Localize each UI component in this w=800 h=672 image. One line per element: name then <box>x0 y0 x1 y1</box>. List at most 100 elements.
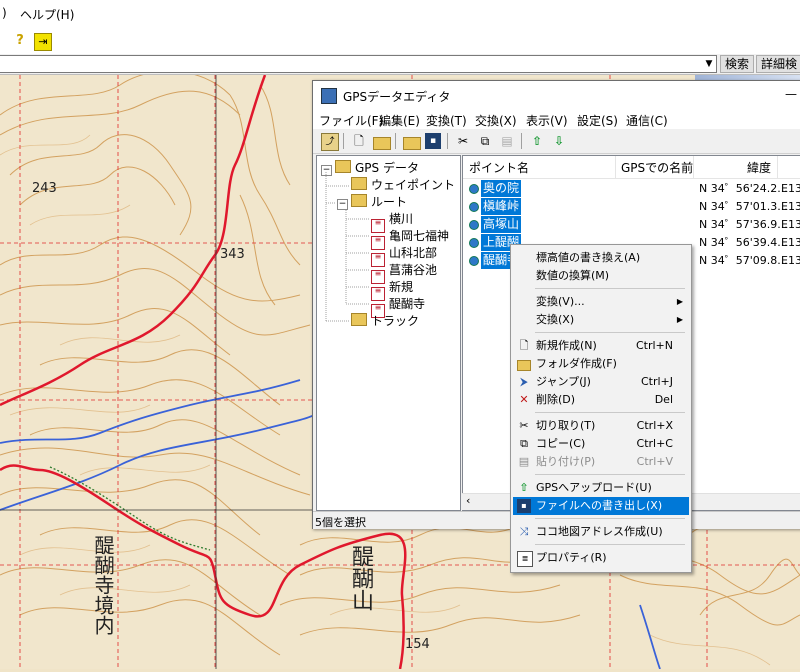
menu-separator <box>535 332 685 333</box>
menu-item-label: ジャンプ(J) <box>536 375 591 388</box>
new-folder-icon[interactable] <box>373 137 391 150</box>
elevation-label-343: 343 <box>220 247 245 262</box>
elevation-label-243: 243 <box>32 181 57 196</box>
chevron-down-icon[interactable]: ▼ <box>702 56 716 72</box>
save-icon: ▪ <box>517 499 531 513</box>
paste-icon[interactable]: ▤ <box>499 133 515 149</box>
menu-file[interactable]: ファイル(F) <box>319 112 383 129</box>
menu-upload-gps[interactable]: ⇧ GPSへアップロード(U) <box>513 479 689 497</box>
menu-view[interactable]: 表示(V) <box>526 112 568 129</box>
paste-icon: ▤ <box>518 455 530 468</box>
menu-item-help[interactable]: ヘルプ(H) <box>20 6 74 23</box>
exit-icon[interactable]: ⇥ <box>34 33 52 51</box>
menu-item-label: ココ地図アドレス作成(U) <box>536 525 663 538</box>
submenu-arrow-icon: ▶ <box>676 297 683 306</box>
data-tree: − GPS データ ウェイポイント − ルート ≡ 横川 ≡ 亀岡七福神 ≡ 山科北部 ≡… <box>316 155 461 511</box>
menu-export-file[interactable]: ▪ ファイルへの書き出し(X) <box>513 497 689 515</box>
toolbar-separator <box>395 133 396 149</box>
menu-item-label: ファイルへの書き出し(X) <box>536 499 663 512</box>
menu-item-shortcut: Ctrl+C <box>636 437 673 450</box>
menu-item-shortcut: Ctrl+N <box>635 339 673 352</box>
column-divider[interactable] <box>777 156 778 178</box>
menu-item-shortcut: Ctrl+J <box>640 375 673 388</box>
column-latitude[interactable]: 緯度 <box>747 159 771 176</box>
help-icon[interactable]: ? <box>12 33 28 49</box>
menu-exchange[interactable]: 交換(X) <box>475 112 517 129</box>
menu-item-label: 新規作成(N) <box>536 339 597 352</box>
menu-koko-address[interactable]: ⤨ ココ地図アドレス作成(U) <box>513 523 689 541</box>
menu-new[interactable]: 🗋 新規作成(N) Ctrl+N <box>513 337 689 355</box>
point-lon: E135 <box>781 200 800 213</box>
app-toolbar: ? ⇥ KASHMIR 3 <box>0 28 800 80</box>
menu-jump[interactable]: ⮞ ジャンプ(J) Ctrl+J <box>513 373 689 391</box>
tree-guide-lines <box>325 172 369 322</box>
upload-icon[interactable]: ⇧ <box>529 133 545 149</box>
cut-icon: ✂ <box>519 419 529 432</box>
toolbar-separator <box>521 133 522 149</box>
new-document-icon[interactable]: 🗋 <box>351 133 367 149</box>
menu-rewrite-elevation[interactable]: 標高値の書き換え(A) <box>513 249 689 267</box>
menu-item-label: フォルダ作成(F) <box>536 357 617 370</box>
up-folder-icon[interactable]: ⤴ <box>321 133 339 151</box>
list-row[interactable]: 奥の院 N 34゜56'24.2...E135 <box>463 180 800 198</box>
elevation-label-154: 154 <box>405 637 430 652</box>
jump-icon: ⮞ <box>520 375 528 388</box>
list-header: ポイント名 GPSでの名前 緯度 <box>463 156 800 179</box>
search-button[interactable]: 検索 <box>720 55 754 73</box>
app-menubar: ) ヘルプ(H) <box>0 0 800 29</box>
editor-toolbar: ⤴ 🗋 ▪ ✂ ⧉ ▤ ⇧ ⇩ <box>313 129 800 154</box>
status-text: 5個を選択 <box>315 516 366 529</box>
menu-copy[interactable]: ⧉ コピー(C) Ctrl+C <box>513 435 689 453</box>
point-name: 奥の院 <box>481 180 522 197</box>
column-point-name[interactable]: ポイント名 <box>469 159 529 176</box>
menu-settings[interactable]: 設定(S) <box>577 112 618 129</box>
cut-icon[interactable]: ✂ <box>455 133 471 149</box>
menu-separator <box>535 474 685 475</box>
menu-comm[interactable]: 通信(C) <box>626 112 668 129</box>
minimize-button[interactable]: — <box>785 87 797 101</box>
column-gps-name[interactable]: GPSでの名前 <box>621 159 693 176</box>
copy-icon[interactable]: ⧉ <box>477 133 493 149</box>
column-divider[interactable] <box>615 156 616 178</box>
window-titlebar[interactable]: GPSデータエディタ — <box>313 81 800 109</box>
list-row[interactable]: 高塚山 N 34゜57'36.9...E135 <box>463 216 800 234</box>
menu-item-label: プロパティ(R) <box>536 551 607 564</box>
menu-delete[interactable]: ✕ 削除(D) Del <box>513 391 689 409</box>
menu-item-label: 削除(D) <box>536 393 576 406</box>
menu-separator <box>535 544 685 545</box>
menu-convert-values[interactable]: 数値の換算(M) <box>513 267 689 285</box>
waypoint-icon <box>469 238 479 248</box>
menu-convert[interactable]: 変換(T) <box>426 112 467 129</box>
menu-paste[interactable]: ▤ 貼り付け(P) Ctrl+V <box>513 453 689 471</box>
list-row[interactable]: 槇峰峠 N 34゜57'01.3...E135 <box>463 198 800 216</box>
menu-cut[interactable]: ✂ 切り取り(T) Ctrl+X <box>513 417 689 435</box>
column-divider[interactable] <box>693 156 694 178</box>
scroll-left-icon[interactable]: ‹ <box>466 494 470 507</box>
point-name: 槇峰峠 <box>481 198 522 215</box>
menu-separator <box>535 412 685 413</box>
menu-exchange[interactable]: 交換(X) ▶ <box>513 311 689 329</box>
point-lon: E135 <box>781 218 800 231</box>
menu-separator <box>535 518 685 519</box>
menu-convert[interactable]: 変換(V)... ▶ <box>513 293 689 311</box>
open-folder-icon[interactable] <box>403 137 421 150</box>
copy-icon: ⧉ <box>520 437 528 450</box>
upload-icon: ⇧ <box>519 481 529 494</box>
download-icon[interactable]: ⇩ <box>551 133 567 149</box>
save-icon[interactable]: ▪ <box>425 133 441 149</box>
waypoint-icon <box>469 220 479 230</box>
menu-item-prev[interactable]: ) <box>2 6 7 20</box>
delete-icon: ✕ <box>519 393 529 406</box>
menu-item-label: GPSへアップロード(U) <box>536 481 652 494</box>
toolbar-separator <box>343 133 344 149</box>
waypoint-icon <box>469 256 479 266</box>
menu-properties[interactable]: ≣ プロパティ(R) <box>513 549 689 567</box>
point-lat: N 34゜56'24.2... <box>699 182 788 195</box>
point-lon: E135 <box>781 254 800 267</box>
search-input[interactable]: ▼ <box>0 55 717 73</box>
menu-edit[interactable]: 編集(E) <box>379 112 420 129</box>
menu-item-label: 変換(V)... <box>536 295 585 308</box>
advanced-search-button[interactable]: 詳細検 <box>756 55 800 73</box>
waypoint-icon <box>469 202 479 212</box>
menu-new-folder[interactable]: フォルダ作成(F) <box>513 355 689 373</box>
